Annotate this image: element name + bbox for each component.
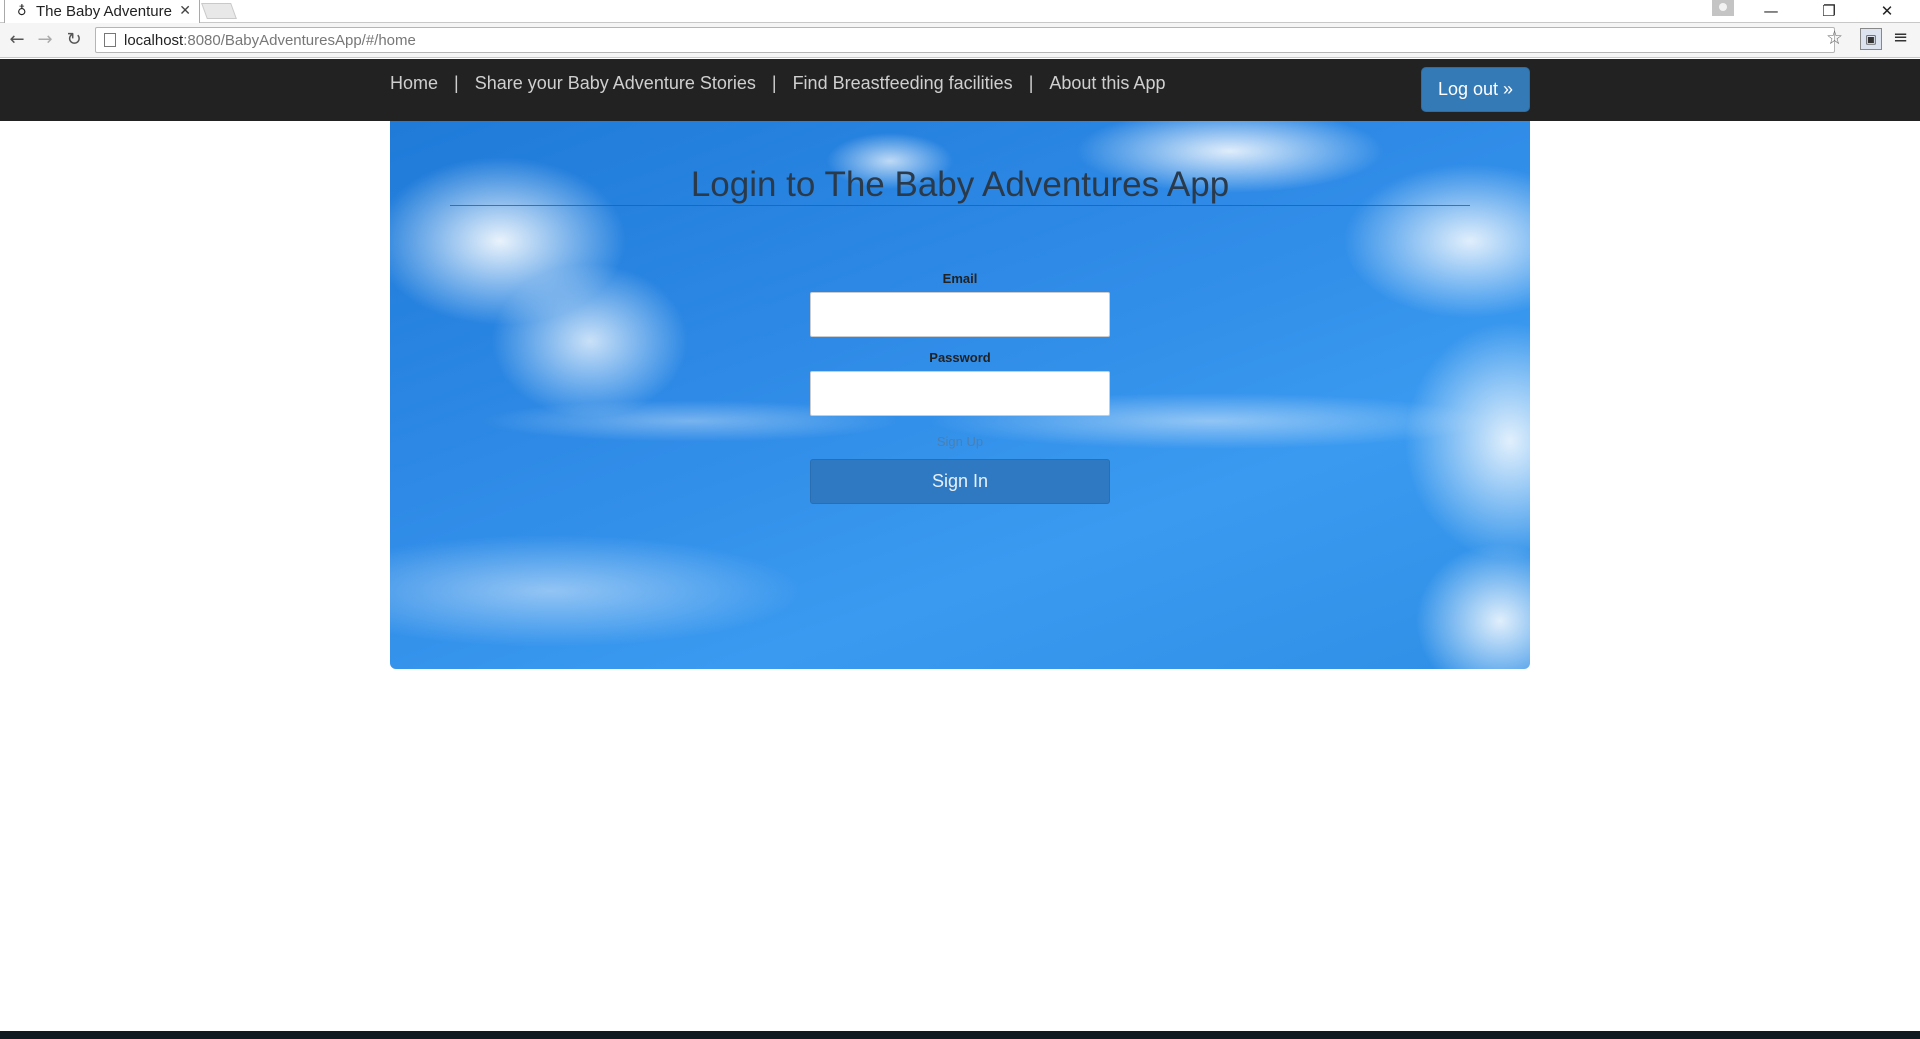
profile-icon[interactable] [1712, 0, 1734, 16]
page-title: Login to The Baby Adventures App [690, 165, 1230, 204]
url-path: :8080/BabyAdventuresApp/#/home [183, 31, 416, 49]
extension-icon[interactable]: ▣ [1860, 28, 1882, 50]
star-icon[interactable]: ☆ [1826, 27, 1843, 49]
login-hero-panel: Login to The Baby Adventures App Email P… [390, 121, 1530, 669]
restore-button[interactable]: ❐ [1806, 0, 1852, 22]
nav-separator: | [771, 73, 777, 93]
logout-button[interactable]: Log out » [1421, 67, 1530, 112]
browser-toolbar: ← → ↻ localhost :8080/BabyAdventuresApp/… [0, 23, 1920, 58]
password-label: Password [929, 350, 991, 365]
login-form: Email Password Sign Up Sign In [810, 271, 1110, 504]
title-divider [450, 205, 1470, 206]
email-label: Email [942, 271, 978, 286]
signup-link[interactable]: Sign Up [810, 434, 1110, 449]
forward-arrow-icon[interactable]: → [34, 29, 56, 51]
signin-button[interactable]: Sign In [810, 459, 1110, 504]
reload-icon[interactable]: ↻ [63, 29, 85, 51]
nav-link-about[interactable]: About this App [1049, 73, 1165, 94]
url-host: localhost [124, 31, 184, 49]
hamburger-menu-icon[interactable]: ≡ [1893, 27, 1908, 48]
nav-link-breastfeeding[interactable]: Find Breastfeeding facilities [793, 73, 1013, 94]
browser-tab[interactable]: ♁ The Baby Adventure ✕ [4, 0, 200, 23]
close-window-button[interactable]: ✕ [1864, 0, 1910, 22]
nav-separator: | [1028, 73, 1034, 93]
address-bar[interactable]: localhost :8080/BabyAdventuresApp/#/home [95, 27, 1835, 53]
nav-link-share-stories[interactable]: Share your Baby Adventure Stories [475, 73, 756, 94]
nav-link-home[interactable]: Home [390, 73, 438, 94]
page-icon [104, 33, 116, 47]
nav-links: Home | Share your Baby Adventure Stories… [390, 73, 1165, 94]
back-arrow-icon[interactable]: ← [6, 29, 28, 51]
new-tab-button[interactable] [201, 3, 237, 19]
minimize-button[interactable]: — [1748, 0, 1794, 22]
nav-separator: | [454, 73, 459, 93]
browser-tabstrip: ♁ The Baby Adventure ✕ — ❐ ✕ [0, 0, 1920, 23]
baby-favicon-icon: ♁ [17, 3, 27, 19]
password-field[interactable] [810, 371, 1110, 416]
app-navbar: Home | Share your Baby Adventure Stories… [0, 59, 1920, 121]
os-taskbar [0, 1031, 1920, 1039]
tab-close-icon[interactable]: ✕ [179, 3, 191, 19]
tab-title: The Baby Adventure [36, 3, 172, 20]
email-field[interactable] [810, 292, 1110, 337]
